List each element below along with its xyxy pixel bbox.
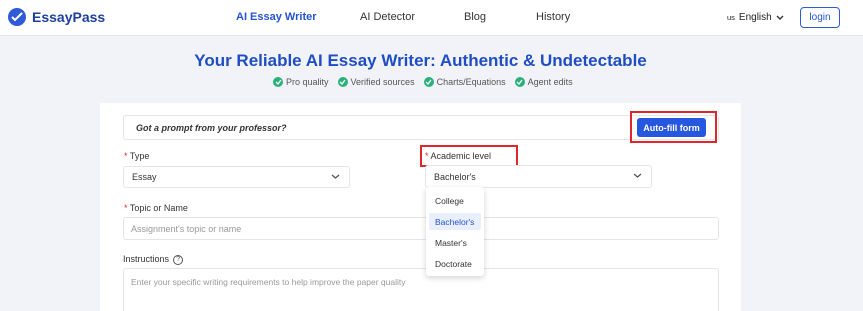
logo[interactable]: EssayPass <box>8 8 105 26</box>
academic-level-dropdown: College Bachelor's Master's Doctorate <box>426 187 484 276</box>
logo-text: EssayPass <box>32 9 106 25</box>
dropdown-option-college[interactable]: College <box>429 192 481 209</box>
language-selector[interactable]: us English <box>727 12 784 23</box>
dropdown-option-doctorate[interactable]: Doctorate <box>429 255 481 272</box>
check-circle-icon <box>337 77 348 87</box>
chevron-down-icon <box>776 15 784 20</box>
check-circle-icon <box>423 77 434 87</box>
feature-label: Verified sources <box>350 77 415 87</box>
instructions-label: Instructions? <box>123 254 184 265</box>
chevron-down-icon <box>331 174 340 179</box>
page-title: Your Reliable AI Essay Writer: Authentic… <box>194 51 647 70</box>
feature-item: Pro quality <box>273 77 329 87</box>
feature-label: Charts/Equations <box>436 77 506 87</box>
type-select[interactable]: Essay <box>123 166 350 188</box>
topic-label: * Topic or Name <box>124 203 188 213</box>
top-header: EssayPass AI Essay Writer AI Detector Bl… <box>0 0 863 36</box>
nav-blog[interactable]: Blog <box>464 11 486 23</box>
check-circle-icon <box>514 77 525 87</box>
feature-list: Pro quality Verified sources Charts/Equa… <box>273 77 573 87</box>
type-label-text: Type <box>129 151 150 161</box>
nav-ai-essay-writer[interactable]: AI Essay Writer <box>236 11 317 23</box>
academic-level-label: * Academic level <box>425 151 491 161</box>
language-label: English <box>738 12 772 23</box>
dropdown-option-masters[interactable]: Master's <box>429 234 481 251</box>
required-mark: * <box>425 151 429 161</box>
help-circle-icon[interactable]: ? <box>173 254 184 265</box>
feature-item: Verified sources <box>337 77 415 87</box>
country-code: us <box>727 13 735 22</box>
dropdown-option-bachelors[interactable]: Bachelor's <box>429 213 481 230</box>
required-mark: * <box>124 203 128 213</box>
highlight-box-autofill <box>630 111 717 143</box>
type-label: * Type <box>124 151 149 161</box>
required-mark: * <box>124 151 128 161</box>
academic-level-select-value: Bachelor's <box>434 171 476 182</box>
login-button[interactable]: login <box>800 7 840 28</box>
topic-label-text: Topic or Name <box>129 203 188 213</box>
logo-icon <box>8 8 26 26</box>
instructions-textarea[interactable]: Enter your specific writing requirements… <box>123 268 719 311</box>
prompt-question: Got a prompt from your professor? <box>136 123 287 133</box>
type-select-value: Essay <box>132 172 157 182</box>
nav-history[interactable]: History <box>536 11 570 23</box>
check-circle-icon <box>273 77 283 87</box>
academic-level-label-text: Academic level <box>430 151 492 161</box>
feature-label: Pro quality <box>286 77 329 87</box>
instructions-label-text: Instructions <box>123 254 170 264</box>
feature-item: Agent edits <box>514 77 573 87</box>
feature-label: Agent edits <box>527 77 573 87</box>
topic-input[interactable]: Assignment's topic or name <box>123 217 719 240</box>
academic-level-select[interactable]: Bachelor's <box>425 165 652 188</box>
chevron-down-icon <box>633 173 642 178</box>
nav-ai-detector[interactable]: AI Detector <box>360 11 415 23</box>
feature-item: Charts/Equations <box>423 77 506 87</box>
